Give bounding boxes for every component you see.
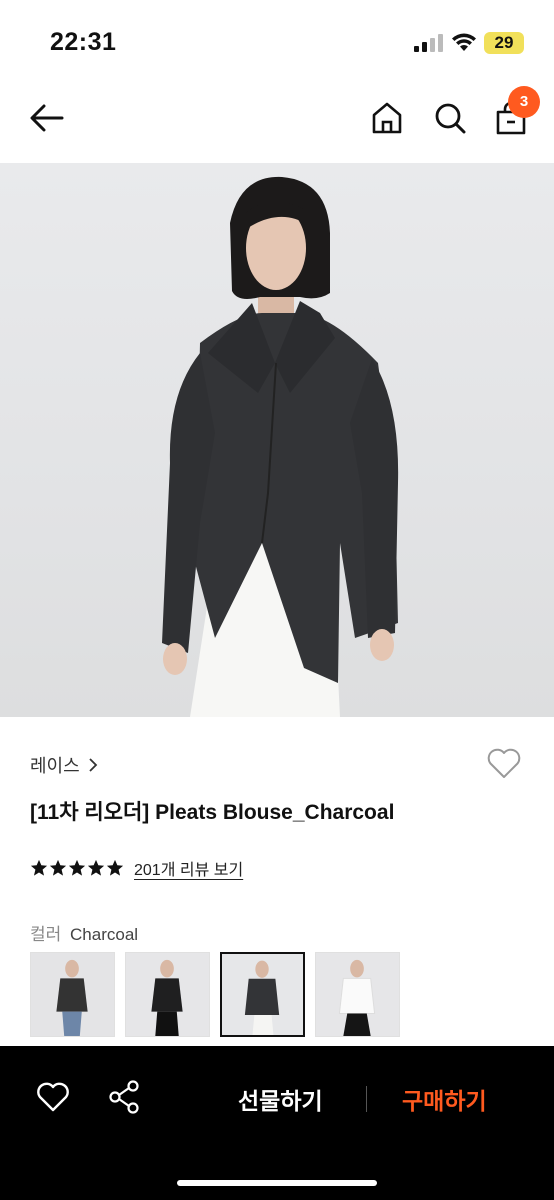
color-swatch[interactable] (315, 952, 400, 1037)
color-label: 컬러 (30, 925, 62, 944)
product-main-image[interactable] (0, 163, 554, 717)
buy-button[interactable]: 구매하기 (402, 1082, 487, 1116)
color-option-label: 컬러 Charcoal (30, 920, 138, 945)
rating-stars (30, 859, 124, 877)
star-icon (49, 859, 67, 876)
battery-indicator: 29 (484, 32, 524, 54)
status-bar: 22:31 29 (0, 0, 554, 86)
status-time: 22:31 (50, 28, 117, 56)
brand-name: 레이스 (30, 756, 80, 776)
cart-count-badge: 3 (508, 86, 540, 118)
color-swatch[interactable] (30, 952, 115, 1037)
gift-button[interactable]: 선물하기 (238, 1082, 323, 1116)
back-arrow-icon[interactable] (28, 100, 66, 136)
heart-icon[interactable] (36, 1082, 70, 1112)
color-swatch-list (30, 952, 400, 1037)
review-link[interactable]: 201개 리뷰 보기 (134, 856, 243, 880)
star-icon (30, 859, 48, 876)
brand-link[interactable]: 레이스 (30, 752, 98, 778)
signal-icon (414, 34, 443, 52)
color-value: Charcoal (70, 925, 139, 944)
chevron-right-icon (89, 758, 97, 772)
swatch-thumbnail (126, 953, 209, 1036)
wishlist-heart-icon[interactable] (486, 746, 522, 780)
share-icon[interactable] (108, 1080, 140, 1114)
swatch-thumbnail (31, 953, 114, 1036)
color-swatch-selected[interactable] (220, 952, 305, 1037)
home-indicator (177, 1180, 377, 1186)
rating-row: 201개 리뷰 보기 (30, 856, 243, 880)
model-photo (162, 176, 399, 717)
product-title: [11차 리오더] Pleats Blouse_Charcoal (30, 801, 395, 824)
swatch-thumbnail (222, 954, 303, 1035)
bottom-action-bar: 선물하기 구매하기 (0, 1046, 554, 1200)
divider (366, 1086, 367, 1112)
wifi-icon (452, 33, 476, 51)
star-icon (68, 859, 86, 876)
home-icon[interactable] (370, 100, 404, 136)
star-icon (106, 859, 124, 876)
swatch-thumbnail (316, 953, 399, 1036)
star-icon (87, 859, 105, 876)
color-swatch[interactable] (125, 952, 210, 1037)
top-navigation: 3 (0, 86, 554, 162)
search-icon[interactable] (432, 100, 468, 136)
